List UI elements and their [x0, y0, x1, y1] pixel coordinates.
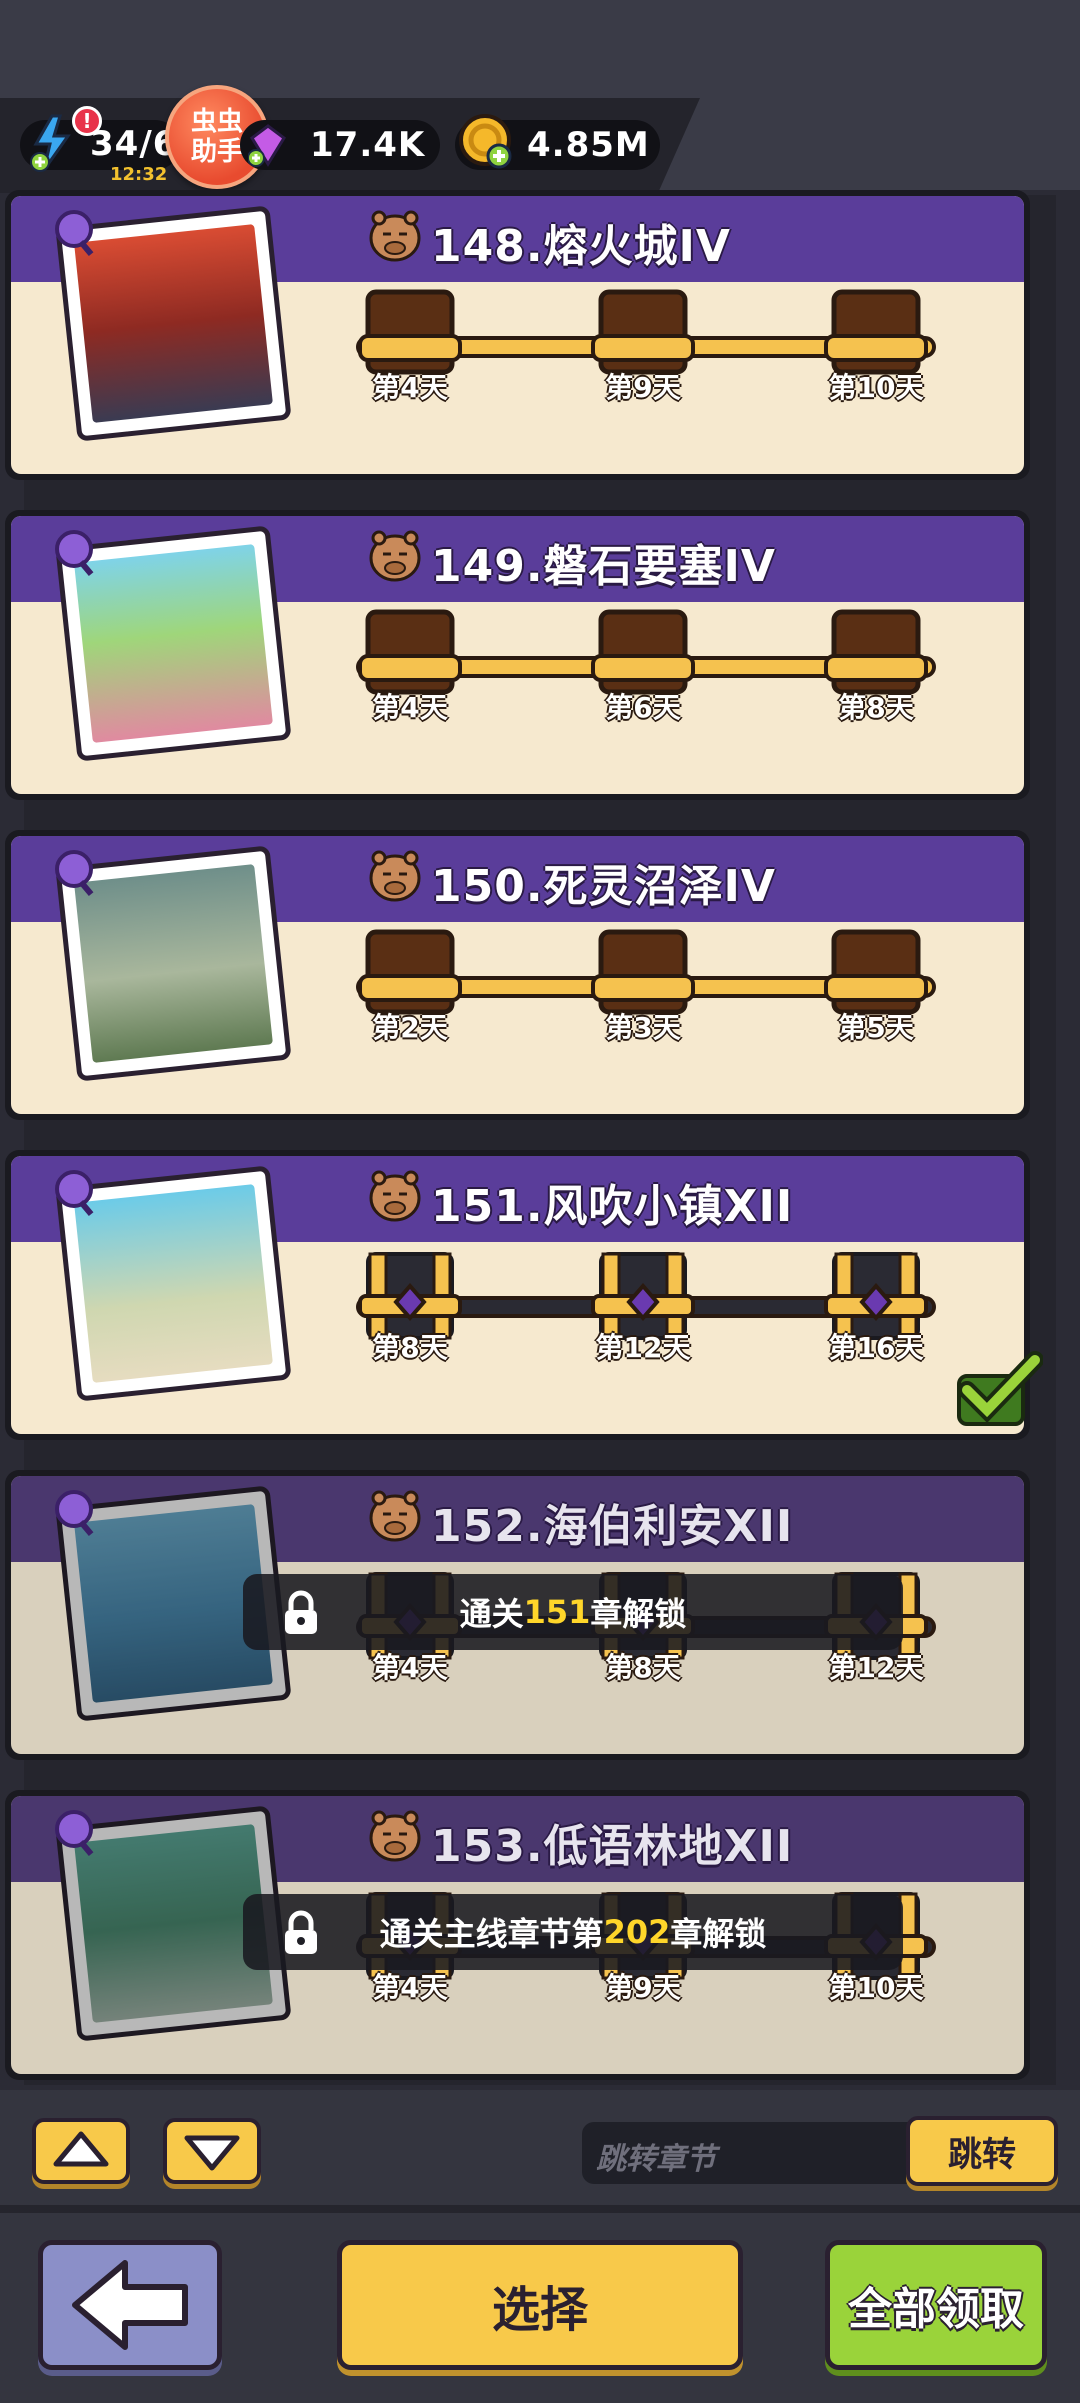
arrow-up-icon	[53, 2131, 109, 2167]
pin-icon	[55, 1490, 93, 1528]
lock-icon	[285, 1590, 317, 1634]
reward-day-label: 第4天	[372, 691, 448, 724]
energy-value: 34/6	[90, 124, 178, 164]
scroll-down-button[interactable]	[163, 2118, 261, 2184]
unlock-requirement-banner: 通关 151 章解锁	[243, 1574, 903, 1650]
chapter-scene-image	[74, 1184, 273, 1383]
coin-value: 4.85M	[527, 125, 650, 165]
energy-resource[interactable]: ! 34/6 12:32	[20, 106, 180, 185]
reward-day-label: 第8天	[838, 691, 914, 724]
check-icon	[957, 1351, 1043, 1426]
chapter-card[interactable]: 149.磐石要塞IV 第4天 第6天 第8天	[5, 510, 1030, 800]
capybara-icon	[369, 210, 421, 262]
chapter-card-body: 149.磐石要塞IV 第4天 第6天 第8天	[11, 516, 1024, 794]
energy-icon	[30, 114, 71, 172]
unlock-chapter-number: 202	[603, 1913, 671, 1951]
chapter-card[interactable]: 148.熔火城IV 第4天 第9天 第10天	[5, 190, 1030, 480]
pin-icon	[55, 210, 93, 248]
chapter-scene-image	[74, 224, 273, 423]
capybara-icon	[369, 1170, 421, 1222]
chapter-card[interactable]: 151.风吹小镇XII 第8天 第12天 第16天	[5, 1150, 1030, 1440]
reward-day-label: 第12天	[595, 1331, 691, 1364]
reward-day-label: 第5天	[838, 1011, 914, 1044]
capybara-icon	[369, 850, 421, 902]
chapter-card-body: 152.海伯利安XII 第4天 第8天 第12天 通关 151 章解锁	[11, 1476, 1024, 1754]
capybara-icon	[369, 1810, 421, 1862]
lock-icon	[285, 1910, 317, 1954]
pin-icon	[55, 1810, 93, 1848]
chapter-card-body: 151.风吹小镇XII 第8天 第12天 第16天	[11, 1156, 1024, 1434]
capybara-icon	[369, 1490, 421, 1542]
gem-value: 17.4K	[310, 125, 426, 165]
reward-day-label: 第4天	[372, 371, 448, 404]
chapter-thumbnail	[55, 845, 292, 1082]
capybara-icon	[369, 530, 421, 582]
scroll-up-button[interactable]	[32, 2118, 130, 2184]
unlock-requirement-banner: 通关主线章节第 202 章解锁	[243, 1894, 903, 1970]
unlock-text-suffix: 章解锁	[590, 1595, 687, 1633]
chapter-card[interactable]: 150.死灵沼泽IV 第2天 第3天 第5天	[5, 830, 1030, 1120]
reward-day-label: 第8天	[605, 1651, 681, 1684]
chapter-thumbnail	[55, 1165, 292, 1402]
gem-icon	[248, 124, 286, 167]
chapter-thumbnail	[55, 525, 292, 762]
jump-chapter-input[interactable]: 跳转章节	[582, 2122, 922, 2184]
reward-day-label: 第3天	[605, 1011, 681, 1044]
chapter-card[interactable]: 153.低语林地XII 第4天 第9天 第10天 通关主线章节第 202 章解锁	[5, 1790, 1030, 2080]
chapter-card-body: 148.熔火城IV 第4天 第9天 第10天	[11, 196, 1024, 474]
reward-day-label: 第8天	[372, 1331, 448, 1364]
chapter-card-body: 150.死灵沼泽IV 第2天 第3天 第5天	[11, 836, 1024, 1114]
back-arrow-icon	[72, 2260, 188, 2350]
coin-icon	[459, 114, 512, 169]
bottom-divider	[0, 2205, 1080, 2213]
reward-day-label: 第4天	[372, 1651, 448, 1684]
reward-day-label: 第6天	[605, 691, 681, 724]
energy-timer: 12:32	[110, 164, 168, 185]
chapter-thumbnail	[55, 205, 292, 442]
chapter-title: 152.海伯利安XII	[431, 1501, 794, 1552]
chapter-title: 151.风吹小镇XII	[431, 1181, 794, 1232]
reward-day-label: 第4天	[372, 1971, 448, 2004]
reward-day-label: 第16天	[828, 1331, 924, 1364]
gem-resource[interactable]: 17.4K	[240, 120, 440, 170]
unlock-text-prefix: 通关主线章节第	[379, 1915, 604, 1953]
arrow-down-icon	[184, 2135, 240, 2171]
unlock-text-prefix: 通关	[459, 1595, 524, 1633]
helper-label-2: 助手	[190, 137, 243, 167]
coin-resource[interactable]: 4.85M	[455, 114, 660, 170]
jump-button[interactable]: 跳转	[906, 2116, 1058, 2186]
reward-day-label: 第9天	[605, 1971, 681, 2004]
reward-day-label: 第12天	[828, 1651, 924, 1684]
back-button[interactable]	[38, 2240, 222, 2370]
reward-day-label: 第10天	[828, 371, 924, 404]
pin-icon	[55, 1170, 93, 1208]
reward-day-label: 第9天	[605, 371, 681, 404]
chapter-card-body: 153.低语林地XII 第4天 第9天 第10天 通关主线章节第 202 章解锁	[11, 1796, 1024, 2074]
claim-all-button[interactable]: 全部领取	[825, 2240, 1047, 2370]
helper-label-1: 虫虫	[190, 107, 243, 137]
chapter-title: 153.低语林地XII	[431, 1821, 794, 1872]
unlock-chapter-number: 151	[523, 1593, 591, 1631]
reward-day-label: 第10天	[828, 1971, 924, 2004]
chapter-card[interactable]: 152.海伯利安XII 第4天 第8天 第12天 通关 151 章解锁	[5, 1470, 1030, 1760]
chapter-title: 150.死灵沼泽IV	[431, 861, 776, 912]
unlock-text-suffix: 章解锁	[670, 1915, 767, 1953]
chapter-title: 149.磐石要塞IV	[431, 541, 776, 592]
select-button[interactable]: 选择	[337, 2240, 743, 2370]
chapter-scene-image	[74, 864, 273, 1063]
reward-day-label: 第2天	[372, 1011, 448, 1044]
pin-icon	[55, 850, 93, 888]
pin-icon	[55, 530, 93, 568]
chapter-title: 148.熔火城IV	[431, 221, 731, 272]
chapter-scene-image	[74, 544, 273, 743]
